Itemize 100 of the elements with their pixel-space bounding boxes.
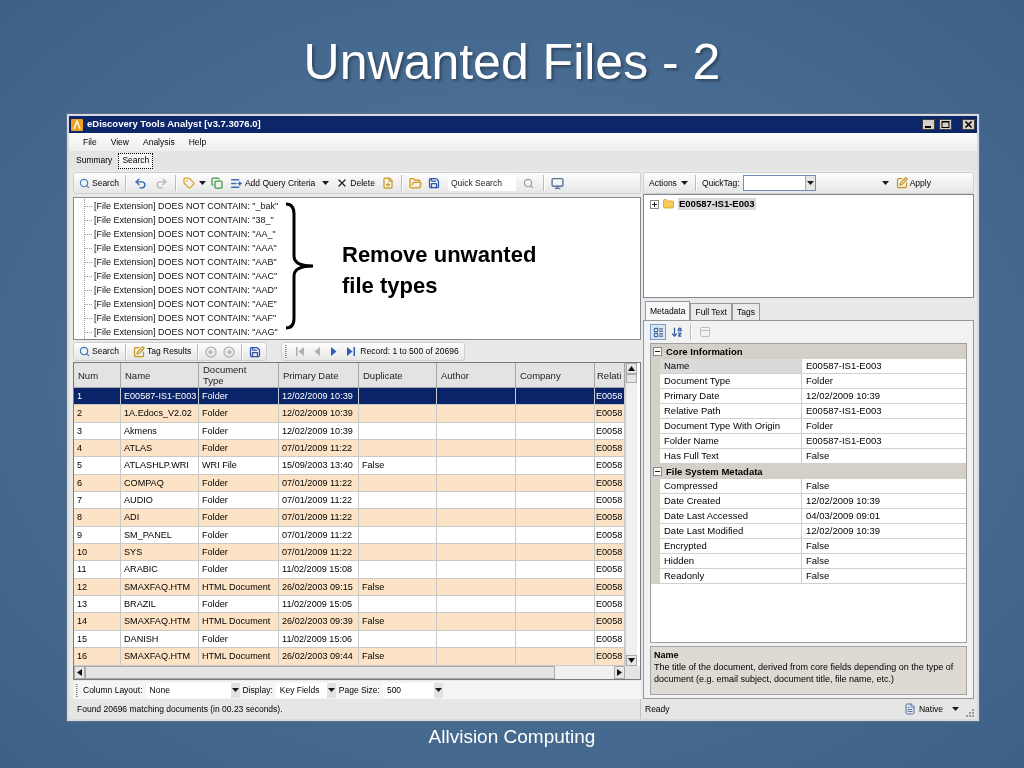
table-row[interactable]: 5 ATLASHLP.WRI WRI File 15/09/2003 13:40 False E0058 bbox=[74, 457, 625, 475]
scroll-thumb[interactable] bbox=[626, 374, 637, 383]
collapse-icon[interactable] bbox=[653, 347, 662, 356]
tag-results-button[interactable]: Tag Results bbox=[130, 342, 194, 361]
table-row[interactable]: 10 SYS Folder 07/01/2009 11:22 E0058 bbox=[74, 544, 625, 562]
property-name[interactable]: Name bbox=[660, 359, 802, 374]
table-row[interactable]: 8 ADI Folder 07/01/2009 11:22 E0058 bbox=[74, 509, 625, 527]
search-icon[interactable] bbox=[522, 177, 534, 189]
quick-search-field[interactable]: Quick Search bbox=[447, 175, 516, 191]
property-name[interactable]: Has Full Text bbox=[660, 449, 802, 464]
display-select[interactable]: Key Fields bbox=[275, 682, 336, 698]
search-button[interactable]: Search bbox=[77, 342, 121, 361]
property-name[interactable]: Document Type bbox=[660, 374, 802, 389]
column-header[interactable]: Num bbox=[74, 363, 121, 388]
table-row[interactable]: 14 SMAXFAQ.HTM HTML Document 26/02/2003 09:39 False E0058 bbox=[74, 613, 625, 631]
monitor-icon[interactable] bbox=[550, 176, 564, 190]
table-row[interactable]: 13 BRAZIL Folder 11/02/2009 15:05 E0058 bbox=[74, 596, 625, 614]
table-row[interactable]: 11 ARABIC Folder 11/02/2009 15:08 E0058 bbox=[74, 561, 625, 579]
save-icon[interactable] bbox=[249, 345, 262, 358]
property-name[interactable]: Document Type With Origin bbox=[660, 419, 802, 434]
table-row[interactable]: 2 1A.Edocs_V2.02 Folder 12/02/2009 10:39 E0058 bbox=[74, 405, 625, 423]
column-header[interactable]: Name bbox=[121, 363, 199, 388]
property-name[interactable]: Readonly bbox=[660, 569, 802, 584]
menu-item[interactable]: Help bbox=[182, 134, 213, 150]
query-criterion[interactable]: [File Extension] DOES NOT CONTAIN: "_bak" bbox=[94, 200, 279, 212]
maximize-button[interactable] bbox=[939, 119, 952, 130]
caret-icon bbox=[952, 707, 959, 711]
close-button[interactable] bbox=[962, 119, 975, 130]
column-header[interactable]: Document Type bbox=[199, 363, 279, 388]
vertical-scrollbar[interactable] bbox=[625, 363, 637, 666]
delete-button[interactable]: Delete bbox=[334, 174, 377, 192]
page-size-label: Page Size: bbox=[338, 683, 380, 697]
collapse-icon[interactable] bbox=[653, 467, 662, 476]
query-criterion[interactable]: [File Extension] DOES NOT CONTAIN: "AAF" bbox=[94, 312, 277, 324]
detail-tab[interactable]: Full Text bbox=[690, 303, 732, 320]
table-cell: 11 bbox=[74, 561, 121, 579]
next-icon[interactable] bbox=[330, 347, 339, 356]
scroll-up-button[interactable] bbox=[626, 363, 637, 374]
scroll-left-button[interactable] bbox=[74, 666, 85, 679]
caret-icon bbox=[327, 688, 335, 692]
new-file-icon[interactable] bbox=[381, 177, 394, 189]
menu-item[interactable]: File bbox=[77, 134, 103, 150]
table-cell: False bbox=[359, 648, 437, 666]
page-size-select[interactable]: 500 bbox=[382, 682, 443, 698]
property-name[interactable]: Date Last Modified bbox=[660, 524, 802, 539]
folder-open-icon[interactable] bbox=[408, 176, 422, 190]
expand-icon[interactable] bbox=[650, 199, 659, 209]
query-criterion[interactable]: [File Extension] DOES NOT CONTAIN: "AAE" bbox=[94, 298, 277, 310]
property-name[interactable]: Folder Name bbox=[660, 434, 802, 449]
menu-item[interactable]: Analysis bbox=[137, 134, 181, 150]
table-cell: 26/02/2003 09:39 bbox=[279, 613, 359, 631]
query-criterion[interactable]: [File Extension] DOES NOT CONTAIN: "AA_" bbox=[94, 228, 276, 240]
search-button[interactable]: Search bbox=[77, 174, 121, 192]
query-criterion[interactable]: [File Extension] DOES NOT CONTAIN: "AAD" bbox=[94, 284, 278, 296]
alphabetical-view-button[interactable] bbox=[669, 324, 685, 340]
detail-tab[interactable]: Tags bbox=[731, 303, 760, 320]
table-row[interactable]: 7 AUDIO Folder 07/01/2009 11:22 E0058 bbox=[74, 492, 625, 510]
column-header[interactable]: Author bbox=[437, 363, 516, 388]
property-name[interactable]: Date Last Accessed bbox=[660, 509, 802, 524]
detail-tab[interactable]: Metadata bbox=[645, 301, 691, 320]
table-row[interactable]: 4 ATLAS Folder 07/01/2009 11:22 E0058 bbox=[74, 440, 625, 458]
column-header[interactable]: Primary Date bbox=[279, 363, 359, 388]
query-criterion[interactable]: [File Extension] DOES NOT CONTAIN: "AAB" bbox=[94, 256, 277, 268]
menu-item[interactable]: View bbox=[104, 134, 135, 150]
view-tab[interactable]: Search bbox=[118, 152, 154, 169]
query-criterion[interactable]: [File Extension] DOES NOT CONTAIN: "AAC" bbox=[94, 270, 278, 282]
last-page-icon[interactable] bbox=[347, 347, 356, 356]
property-name[interactable]: Encrypted bbox=[660, 539, 802, 554]
query-criterion[interactable]: [File Extension] DOES NOT CONTAIN: "AAA" bbox=[94, 242, 277, 254]
apply-button[interactable]: Apply bbox=[893, 174, 933, 192]
tree-node[interactable]: E00587-IS1-E003 bbox=[678, 198, 756, 210]
column-header[interactable]: Relati bbox=[595, 363, 625, 388]
scroll-down-button[interactable] bbox=[626, 655, 637, 666]
add-query-criteria-button[interactable]: Add Query Criteria bbox=[227, 174, 318, 192]
save-icon[interactable] bbox=[427, 177, 440, 189]
property-name[interactable]: Relative Path bbox=[660, 404, 802, 419]
slide-title: Unwanted Files - 2 bbox=[303, 37, 721, 87]
minimize-button[interactable] bbox=[922, 119, 935, 130]
property-name[interactable]: Primary Date bbox=[660, 389, 802, 404]
copy-icon[interactable] bbox=[210, 177, 223, 189]
table-row[interactable]: 1 E00587-IS1-E003 Folder 12/02/2009 10:39 E0058 bbox=[74, 388, 625, 406]
query-criterion[interactable]: [File Extension] DOES NOT CONTAIN: "AAG" bbox=[94, 326, 278, 338]
property-value: E00587-IS1-E003 bbox=[802, 404, 966, 419]
column-header[interactable]: Duplicate bbox=[359, 363, 437, 388]
property-name[interactable]: Date Created bbox=[660, 494, 802, 509]
table-row[interactable]: 16 SMAXFAQ.HTM HTML Document 26/02/2003 09:44 False E0058 bbox=[74, 648, 625, 666]
query-criterion[interactable]: [File Extension] DOES NOT CONTAIN: "38_" bbox=[94, 214, 274, 226]
sort-az-icon bbox=[671, 326, 683, 338]
property-name[interactable]: Hidden bbox=[660, 554, 802, 569]
column-header[interactable]: Company bbox=[516, 363, 595, 388]
table-cell: False bbox=[359, 457, 437, 475]
undo-icon[interactable] bbox=[133, 176, 147, 190]
actions-menu-button[interactable]: Actions bbox=[647, 174, 690, 192]
property-name[interactable]: Compressed bbox=[660, 479, 802, 494]
scroll-right-button[interactable] bbox=[614, 666, 625, 679]
column-layout-select[interactable]: None bbox=[145, 682, 240, 698]
categorized-view-button[interactable] bbox=[650, 324, 666, 340]
table-cell: 8 bbox=[74, 509, 121, 527]
view-mode-button[interactable]: Native bbox=[901, 701, 961, 717]
quicktag-combo[interactable] bbox=[742, 175, 816, 191]
